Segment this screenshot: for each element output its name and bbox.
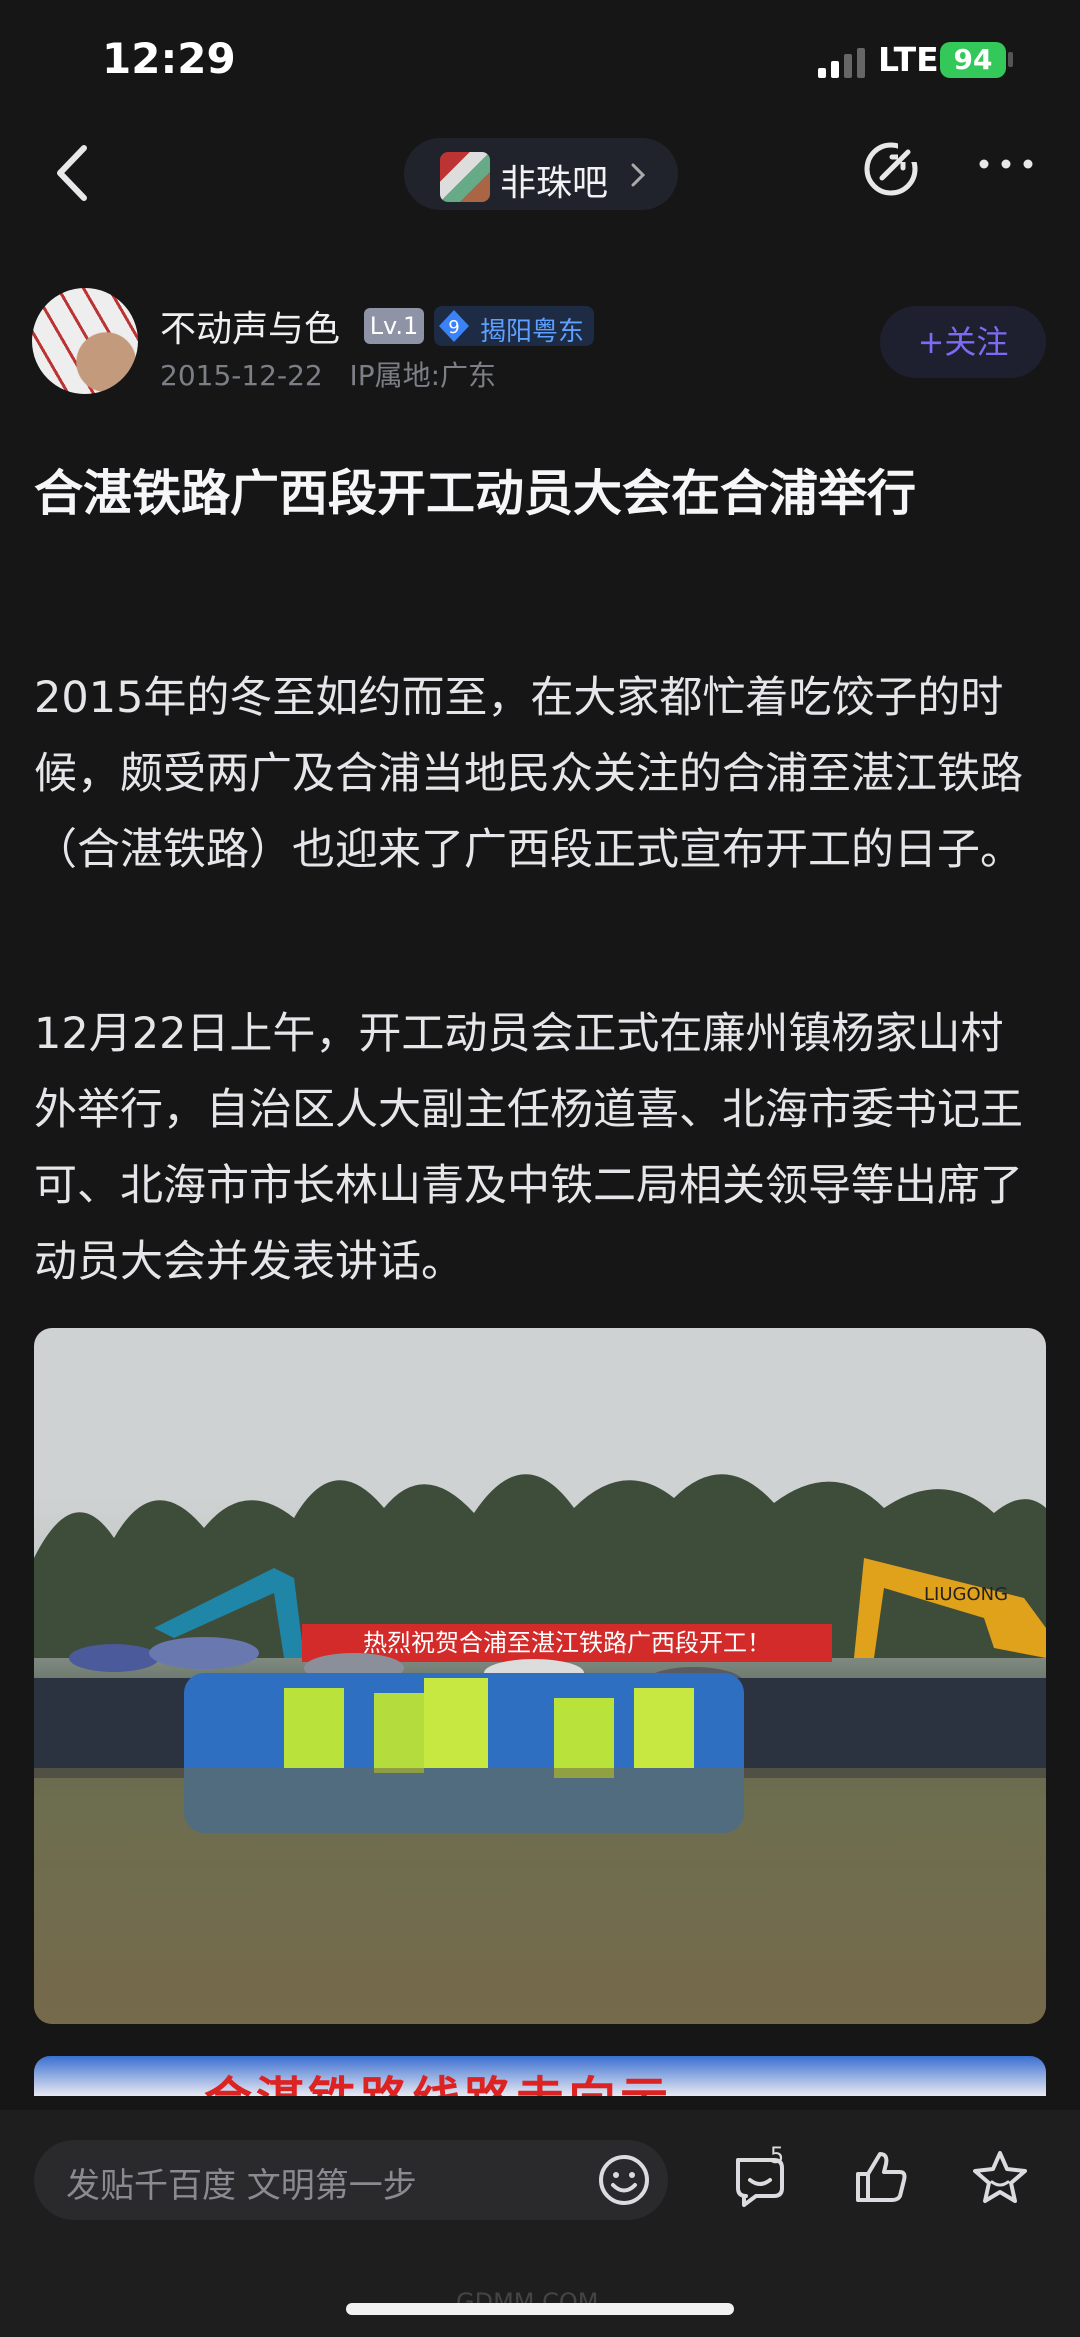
- network-type: LTE: [878, 40, 939, 79]
- chevron-right-icon: [631, 163, 646, 187]
- bottom-action-bar: 发贴千百度 文明第一步 5 GDMM.COM: [0, 2110, 1080, 2337]
- status-bar: 12:29 LTE 94: [0, 0, 1080, 120]
- author-avatar[interactable]: [32, 288, 138, 394]
- region-badge[interactable]: 9 揭阳粤东: [434, 306, 594, 347]
- more-options-icon[interactable]: [976, 154, 1036, 174]
- post-paragraph: 2015年的冬至如约而至，在大家都忙着吃饺子的时候，颇受两广及合浦当地民众关注的…: [34, 673, 1023, 875]
- reply-placeholder: 发贴千百度 文明第一步: [66, 2166, 417, 2206]
- signal-icon: [818, 48, 865, 78]
- clock: 12:29: [102, 34, 236, 83]
- post-paragraph: 12月22日上午，开工动员会正式在廉州镇杨家山村外举行，自治区人大副主任杨道喜、…: [34, 1009, 1023, 1287]
- photo-banner-text: 热烈祝贺合浦至湛江铁路广西段开工！: [363, 1629, 771, 1657]
- forum-name: 非珠吧: [500, 163, 609, 204]
- forum-avatar: [440, 152, 490, 202]
- home-indicator[interactable]: [346, 2303, 734, 2315]
- level-badge: Lv.1: [364, 308, 424, 344]
- share-icon[interactable]: [862, 140, 920, 198]
- back-icon[interactable]: [50, 142, 94, 204]
- region-rank-num: 9: [448, 317, 459, 338]
- battery-tip: [1008, 52, 1013, 67]
- forum-link[interactable]: 非珠吧: [404, 138, 678, 210]
- post-photo[interactable]: LIUGONG 热烈祝贺合浦至湛江铁路广西段开工！: [34, 1328, 1046, 2024]
- follow-button[interactable]: +关注: [880, 306, 1046, 378]
- post-meta: 2015-12-22 IP属地:广东: [160, 354, 496, 394]
- photo-scene: LIUGONG 热烈祝贺合浦至湛江铁路广西段开工！: [34, 1474, 1046, 2024]
- favorite-star-icon[interactable]: [970, 2148, 1030, 2208]
- thumbs-up-icon[interactable]: [852, 2148, 910, 2206]
- comment-count: 5: [770, 2144, 784, 2169]
- author-row: 不动声与色 Lv.1 9 揭阳粤东 2015-12-22 IP属地:广东 +关注: [0, 288, 1080, 408]
- excavator-brand: LIUGONG: [924, 1584, 1008, 1605]
- region-rank-icon: 9: [439, 310, 469, 342]
- photo2-text: 合湛铁路线路走向示: [204, 2060, 672, 2096]
- region-name: 揭阳粤东: [480, 317, 585, 347]
- post-photo-2[interactable]: 合湛铁路线路走向示: [34, 2056, 1046, 2096]
- top-nav: 非珠吧: [0, 120, 1080, 228]
- author-name[interactable]: 不动声与色: [160, 300, 340, 352]
- battery-indicator: 94: [940, 42, 1006, 78]
- post-title: 合湛铁路广西段开工动员大会在合浦举行: [34, 465, 917, 522]
- ip-location: IP属地:广东: [349, 359, 497, 392]
- post-date: 2015-12-22: [160, 359, 323, 392]
- emoji-icon[interactable]: [596, 2152, 652, 2208]
- reply-input[interactable]: 发贴千百度 文明第一步: [34, 2140, 668, 2220]
